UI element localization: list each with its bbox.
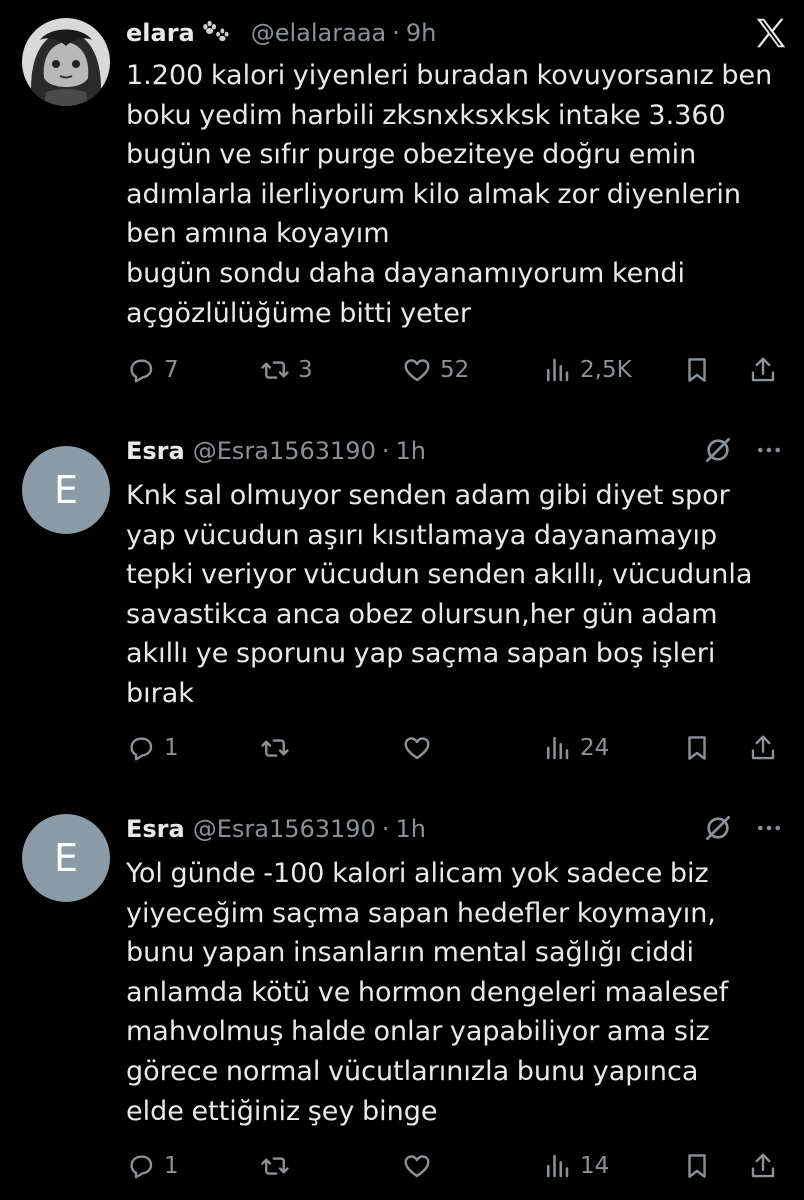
like-button[interactable] [402,1146,440,1186]
like-button[interactable]: 52 [402,350,469,390]
author-name[interactable]: Esra [126,437,185,465]
grok-icon[interactable] [702,434,734,466]
tweet-text: Knk sal olmuyor senden adam gibi diyet s… [126,480,753,709]
reply-tweet[interactable]: E Esra @Esra1563190 · 1h Knk sal olmuyor… [0,410,804,800]
action-bar: 7 3 52 2,5K [126,350,786,390]
tweet-text: 1.200 kalori yiyenleri buradan kovuyorsa… [126,60,773,329]
heart-icon [404,737,430,760]
view-count: 24 [580,735,610,761]
bookmark-button[interactable] [682,728,712,768]
author-name[interactable]: Esra [126,815,185,843]
repost-button[interactable]: 3 [260,350,313,390]
reply-button[interactable]: 7 [126,350,179,390]
share-button[interactable] [748,1146,778,1186]
views-button[interactable]: 14 [542,1146,609,1186]
author-handle[interactable]: @Esra1563190 [193,815,376,843]
grok-icon[interactable] [702,812,734,844]
views-button[interactable]: 24 [542,728,609,768]
share-icon [751,1153,775,1178]
bookmark-icon [688,736,706,760]
author-handle[interactable]: @Esra1563190 [193,437,376,465]
like-count: 52 [440,357,470,383]
bookmark-button[interactable] [682,1146,712,1186]
reply-icon [130,359,153,383]
separator: · [381,815,390,843]
avatar-letter: E [53,836,78,880]
repost-button[interactable] [260,1146,298,1186]
repost-button[interactable] [260,728,298,768]
bookmark-icon [688,1154,706,1178]
tweet-main[interactable]: elara @elalaraaa · 9h 1.200 kalori yiyen… [0,0,804,410]
avatar[interactable]: E [22,446,110,534]
tweet-header: elara @elalaraaa · 9h [126,16,436,50]
action-bar: 1 24 [126,728,786,768]
repost-icon [261,361,289,379]
views-chart-icon [547,358,569,382]
share-button[interactable] [748,728,778,768]
avatar[interactable]: E [22,814,110,902]
views-button[interactable]: 2,5K [542,350,632,390]
reply-count: 7 [164,357,179,383]
tweet-header: Esra @Esra1563190 · 1h [126,434,426,468]
tweet-header: Esra @Esra1563190 · 1h [126,812,426,846]
reply-button[interactable]: 1 [126,728,179,768]
share-icon [751,357,775,382]
tweet-text: Yol günde -100 kalori alicam yok sadece … [126,858,729,1127]
more-options-icon[interactable] [754,435,784,465]
repost-count: 3 [298,357,313,383]
bookmark-button[interactable] [682,350,712,390]
views-chart-icon [547,1154,569,1178]
timestamp[interactable]: 1h [396,437,426,465]
heart-icon [404,359,430,382]
reply-count: 1 [164,735,179,761]
timestamp[interactable]: 1h [396,815,426,843]
author-name[interactable]: elara [126,19,195,47]
avatar-letter: E [53,468,78,512]
avatar[interactable] [22,18,110,106]
views-chart-icon [547,736,569,760]
repost-icon [261,739,289,757]
reply-button[interactable]: 1 [126,1146,179,1186]
action-bar: 1 14 [126,1146,786,1186]
like-button[interactable] [402,728,440,768]
reply-icon [130,1155,153,1179]
reply-count: 1 [164,1153,179,1179]
bookmark-icon [688,358,706,382]
heart-icon [404,1155,430,1178]
timestamp[interactable]: 9h [406,19,436,47]
tweet-top-actions [702,434,784,466]
tweet-top-actions [702,812,784,844]
reply-icon [130,737,153,761]
reply-tweet[interactable]: E Esra @Esra1563190 · 1h Yol günde -100 … [0,800,804,1200]
separator: · [392,19,400,47]
separator: · [381,437,390,465]
paw-prints-icon [199,18,233,49]
view-count: 2,5K [580,357,632,383]
more-options-icon[interactable] [754,813,784,843]
share-button[interactable] [748,350,778,390]
repost-icon [261,1157,289,1175]
view-count: 14 [580,1153,610,1179]
share-icon [751,735,775,760]
author-handle[interactable]: @elalaraaa [251,19,387,47]
